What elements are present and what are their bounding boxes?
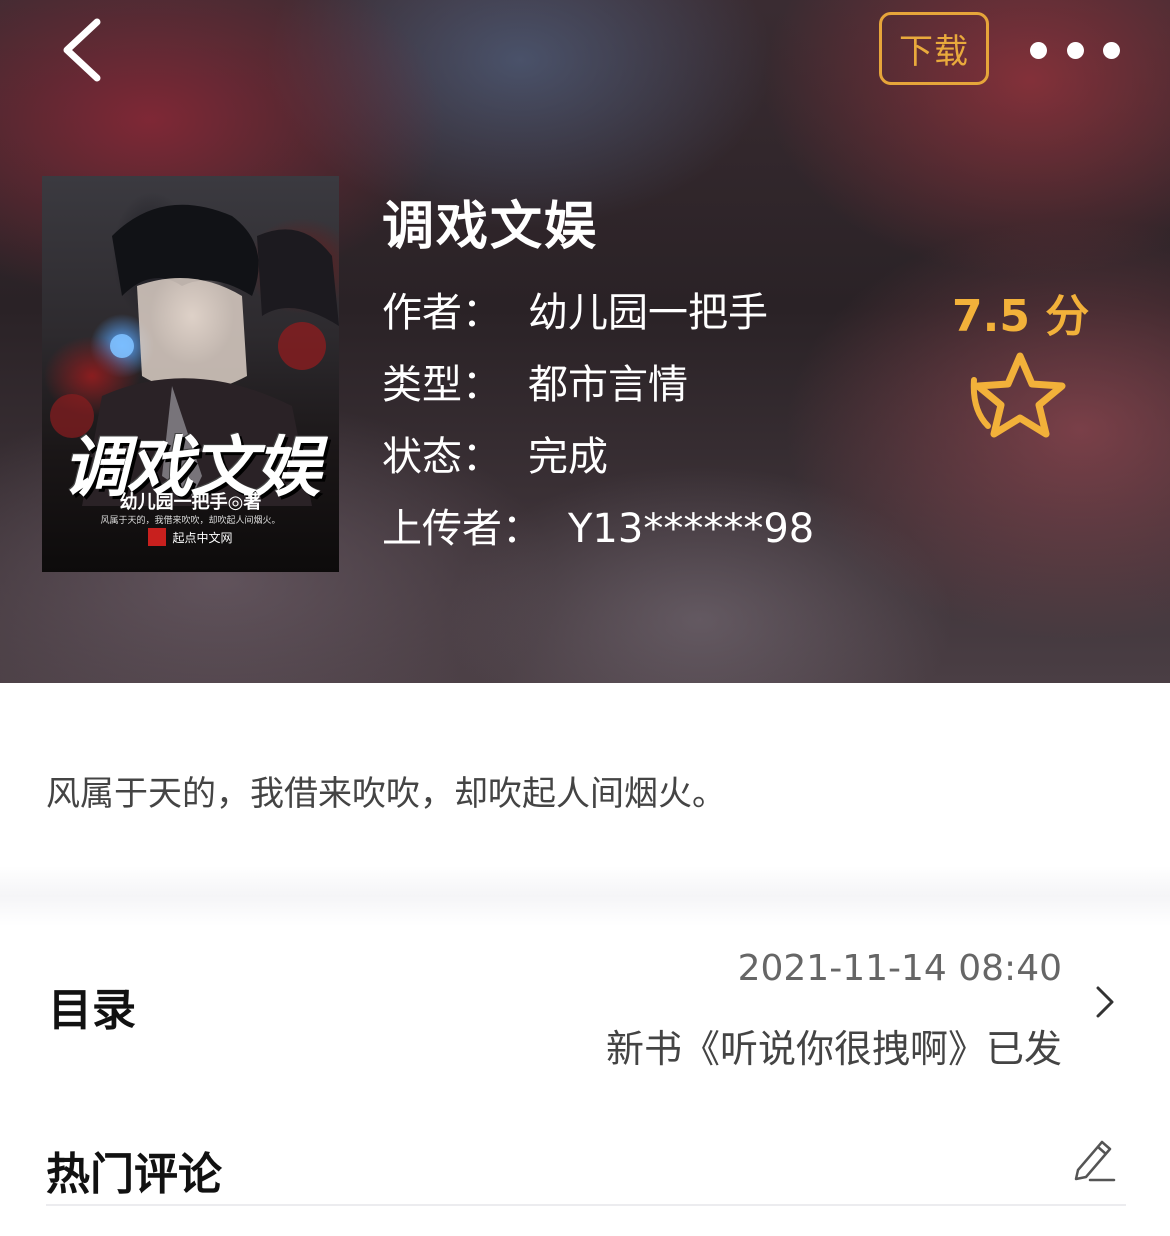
toc-updated-time: 2021-11-14 08:40 xyxy=(737,948,1062,989)
author-name[interactable]: 幼儿园一把手 xyxy=(528,290,768,336)
publisher-logo-icon xyxy=(148,528,167,546)
genre-label: 类型： xyxy=(382,362,502,408)
genre-row: 类型： 都市言情 xyxy=(382,352,688,410)
book-title: 调戏文娱 xyxy=(382,197,599,257)
rating-score: 7.5 分 xyxy=(952,291,1090,342)
more-dots-icon xyxy=(1030,41,1047,59)
book-header: 下载 调戏文娱 幼儿园一把手◎著 风属于天的，我借来吹吹，却吹起人间烟火。 起点… xyxy=(0,0,1170,683)
rate-button[interactable] xyxy=(966,350,1074,440)
cover-author: 幼儿园一把手◎著 xyxy=(119,492,262,513)
back-button[interactable] xyxy=(52,14,112,86)
more-dots-icon xyxy=(1066,41,1084,59)
toc-label: 目录 xyxy=(48,985,136,1036)
status-label: 状态： xyxy=(382,434,502,480)
cover-publisher: 起点中文网 xyxy=(42,528,339,546)
chevron-left-icon xyxy=(63,18,101,82)
section-divider xyxy=(0,866,1170,926)
chevron-right-icon xyxy=(1096,986,1114,1018)
comments-divider xyxy=(46,1204,1126,1206)
more-button[interactable] xyxy=(1030,28,1120,72)
write-comment-button[interactable] xyxy=(1068,1134,1118,1184)
status-value: 完成 xyxy=(528,434,608,480)
star-outline-icon xyxy=(970,352,1066,438)
more-dots-icon xyxy=(1103,41,1120,59)
download-button[interactable]: 下载 xyxy=(879,12,989,85)
status-row: 状态： 完成 xyxy=(382,424,608,482)
cover-tagline: 风属于天的，我借来吹吹，却吹起人间烟火。 xyxy=(100,516,281,526)
uploader-row: 上传者： Y13******98 xyxy=(382,496,814,554)
author-row: 作者： 幼儿园一把手 xyxy=(382,280,768,338)
toc-latest-chapter: 新书《听说你很拽啊》已发 xyxy=(605,1027,1062,1071)
uploader-value: Y13******98 xyxy=(568,506,815,552)
genre-value: 都市言情 xyxy=(528,362,688,408)
book-intro: 风属于天的，我借来吹吹，却吹起人间烟火。 xyxy=(46,774,726,814)
uploader-label: 上传者： xyxy=(382,506,542,552)
table-of-contents-row[interactable]: 目录 2021-11-14 08:40 新书《听说你很拽啊》已发 xyxy=(0,930,1170,1071)
pencil-icon xyxy=(1074,1140,1116,1182)
author-label: 作者： xyxy=(382,290,502,336)
book-cover[interactable]: 调戏文娱 幼儿园一把手◎著 风属于天的，我借来吹吹，却吹起人间烟火。 起点中文网 xyxy=(42,176,339,572)
cover-publisher-name: 起点中文网 xyxy=(172,530,233,545)
hot-comments-title: 热门评论 xyxy=(46,1149,222,1200)
